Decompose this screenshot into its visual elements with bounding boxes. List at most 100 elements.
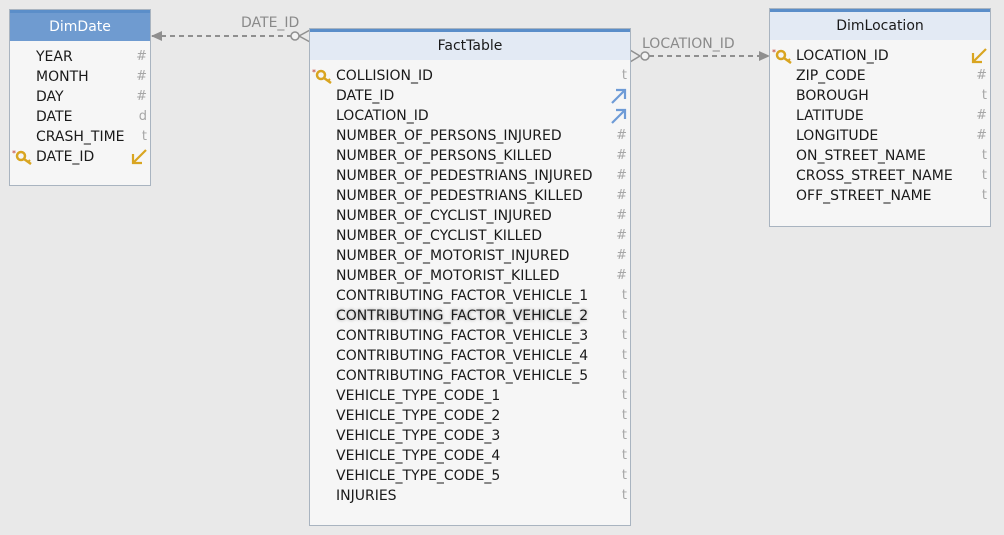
- column-type-glyph: t: [981, 168, 987, 183]
- column-type-glyph: t: [621, 368, 627, 383]
- column-name: VEHICLE_TYPE_CODE_4: [336, 448, 501, 464]
- column-name: CONTRIBUTING_FACTOR_VEHICLE_4: [336, 348, 589, 364]
- column-row-vehicle-type-code-4[interactable]: VEHICLE_TYPE_CODE_4 t: [310, 446, 630, 466]
- column-row-number-of-pedestrians-killed[interactable]: NUMBER_OF_PEDESTRIANS_KILLED #: [310, 186, 630, 206]
- table-dimlocation-columns: * LOCATION_ID ZIP_CODE # BOROUGH t LATITUDE # LO…: [770, 40, 990, 206]
- column-row-collision-id[interactable]: * COLLISION_ID t: [310, 66, 630, 86]
- column-type-glyph: #: [616, 168, 627, 183]
- column-type-glyph: t: [981, 148, 987, 163]
- column-type-glyph: #: [976, 108, 987, 123]
- column-type-glyph: t: [621, 428, 627, 443]
- table-dimlocation-header[interactable]: DimLocation: [770, 9, 990, 40]
- table-facttable[interactable]: FactTable * COLLISION_ID t DATE_ID LOCATION_…: [309, 28, 631, 526]
- column-row-off-street-name[interactable]: OFF_STREET_NAME t: [770, 186, 990, 206]
- column-name: NUMBER_OF_CYCLIST_KILLED: [336, 228, 543, 244]
- pk-ref-arrow-icon: [130, 148, 148, 166]
- column-row-cross-street-name[interactable]: CROSS_STREET_NAME t: [770, 166, 990, 186]
- column-name: VEHICLE_TYPE_CODE_1: [336, 388, 501, 404]
- column-type-glyph: t: [621, 68, 627, 83]
- column-row-day[interactable]: DAY #: [10, 87, 150, 107]
- column-row-date-id[interactable]: * DATE_ID: [10, 147, 150, 167]
- column-name: CROSS_STREET_NAME: [796, 168, 953, 184]
- column-row-crash-time[interactable]: CRASH_TIME t: [10, 127, 150, 147]
- column-row-location-id[interactable]: LOCATION_ID: [310, 106, 630, 126]
- column-row-number-of-persons-killed[interactable]: NUMBER_OF_PERSONS_KILLED #: [310, 146, 630, 166]
- relationship-label-date[interactable]: DATE_ID: [241, 15, 299, 31]
- column-type-glyph: t: [621, 288, 627, 303]
- relationship-label-location[interactable]: LOCATION_ID: [642, 36, 735, 52]
- column-row-zip-code[interactable]: ZIP_CODE #: [770, 66, 990, 86]
- column-type-glyph: #: [136, 49, 147, 64]
- column-type-glyph: t: [621, 408, 627, 423]
- column-type-glyph: #: [976, 68, 987, 83]
- column-type-glyph: t: [621, 328, 627, 343]
- column-name: VEHICLE_TYPE_CODE_5: [336, 468, 501, 484]
- column-name: VEHICLE_TYPE_CODE_2: [336, 408, 501, 424]
- column-row-contributing-factor-vehicle-4[interactable]: CONTRIBUTING_FACTOR_VEHICLE_4 t: [310, 346, 630, 366]
- column-row-date-id[interactable]: DATE_ID: [310, 86, 630, 106]
- column-row-vehicle-type-code-1[interactable]: VEHICLE_TYPE_CODE_1 t: [310, 386, 630, 406]
- fk-arrow-icon: [610, 107, 628, 125]
- column-row-contributing-factor-vehicle-3[interactable]: CONTRIBUTING_FACTOR_VEHICLE_3 t: [310, 326, 630, 346]
- column-row-number-of-cyclist-killed[interactable]: NUMBER_OF_CYCLIST_KILLED #: [310, 226, 630, 246]
- column-type-glyph: t: [981, 188, 987, 203]
- column-row-vehicle-type-code-2[interactable]: VEHICLE_TYPE_CODE_2 t: [310, 406, 630, 426]
- column-name: VEHICLE_TYPE_CODE_3: [336, 428, 501, 444]
- column-name: CONTRIBUTING_FACTOR_VEHICLE_3: [336, 328, 589, 344]
- column-row-number-of-motorist-killed[interactable]: NUMBER_OF_MOTORIST_KILLED #: [310, 266, 630, 286]
- column-type-glyph: #: [616, 188, 627, 203]
- column-type-glyph: #: [616, 208, 627, 223]
- primary-key-icon: *: [312, 68, 334, 85]
- column-row-contributing-factor-vehicle-5[interactable]: CONTRIBUTING_FACTOR_VEHICLE_5 t: [310, 366, 630, 386]
- table-facttable-header[interactable]: FactTable: [310, 29, 630, 60]
- column-name: NUMBER_OF_MOTORIST_KILLED: [336, 268, 560, 284]
- primary-key-icon: *: [12, 149, 34, 166]
- column-row-date[interactable]: DATE d: [10, 107, 150, 127]
- column-name: LONGITUDE: [796, 128, 879, 144]
- column-row-on-street-name[interactable]: ON_STREET_NAME t: [770, 146, 990, 166]
- column-row-number-of-cyclist-injured[interactable]: NUMBER_OF_CYCLIST_INJURED #: [310, 206, 630, 226]
- column-row-number-of-motorist-injured[interactable]: NUMBER_OF_MOTORIST_INJURED #: [310, 246, 630, 266]
- column-name: ZIP_CODE: [796, 68, 866, 84]
- column-name: OFF_STREET_NAME: [796, 188, 932, 204]
- date-link-arrowhead: [151, 31, 162, 41]
- column-name: MONTH: [36, 69, 89, 85]
- column-type-glyph: t: [621, 388, 627, 403]
- column-type-glyph: #: [616, 128, 627, 143]
- column-row-year[interactable]: YEAR #: [10, 47, 150, 67]
- column-name: CONTRIBUTING_FACTOR_VEHICLE_2: [336, 308, 589, 324]
- table-dimdate-columns: YEAR # MONTH # DAY # DATE d CRASH_TIME t * DATE_ID: [10, 41, 150, 167]
- column-type-glyph: #: [136, 69, 147, 84]
- column-row-latitude[interactable]: LATITUDE #: [770, 106, 990, 126]
- column-row-number-of-persons-injured[interactable]: NUMBER_OF_PERSONS_INJURED #: [310, 126, 630, 146]
- column-row-contributing-factor-vehicle-1[interactable]: CONTRIBUTING_FACTOR_VEHICLE_1 t: [310, 286, 630, 306]
- column-name: COLLISION_ID: [336, 68, 433, 84]
- column-type-glyph: t: [621, 468, 627, 483]
- column-row-month[interactable]: MONTH #: [10, 67, 150, 87]
- column-row-number-of-pedestrians-injured[interactable]: NUMBER_OF_PEDESTRIANS_INJURED #: [310, 166, 630, 186]
- column-row-contributing-factor-vehicle-2[interactable]: CONTRIBUTING_FACTOR_VEHICLE_2 t: [310, 306, 630, 326]
- column-row-borough[interactable]: BOROUGH t: [770, 86, 990, 106]
- column-row-vehicle-type-code-5[interactable]: VEHICLE_TYPE_CODE_5 t: [310, 466, 630, 486]
- pk-ref-arrow-icon: [970, 47, 988, 65]
- column-name: NUMBER_OF_MOTORIST_INJURED: [336, 248, 570, 264]
- table-dimlocation[interactable]: DimLocation * LOCATION_ID ZIP_CODE # BOROUGH…: [769, 8, 991, 227]
- column-type-glyph: #: [616, 268, 627, 283]
- column-type-glyph: #: [616, 148, 627, 163]
- column-name: YEAR: [36, 49, 73, 65]
- date-link-optional-marker: [290, 31, 300, 41]
- column-name: ON_STREET_NAME: [796, 148, 926, 164]
- primary-key-icon: *: [772, 48, 794, 65]
- column-row-vehicle-type-code-3[interactable]: VEHICLE_TYPE_CODE_3 t: [310, 426, 630, 446]
- column-row-longitude[interactable]: LONGITUDE #: [770, 126, 990, 146]
- table-dimdate[interactable]: DimDate YEAR # MONTH # DAY # DATE d CRASH_TIME t *…: [9, 9, 151, 186]
- column-name: NUMBER_OF_PERSONS_KILLED: [336, 148, 552, 164]
- column-type-glyph: #: [136, 89, 147, 104]
- column-type-glyph: t: [621, 308, 627, 323]
- column-row-injuries[interactable]: INJURIES t: [310, 486, 630, 506]
- column-row-location-id[interactable]: * LOCATION_ID: [770, 46, 990, 66]
- column-name: CRASH_TIME: [36, 129, 125, 145]
- column-name: NUMBER_OF_PEDESTRIANS_INJURED: [336, 168, 593, 184]
- table-dimdate-header[interactable]: DimDate: [10, 10, 150, 41]
- column-name: BOROUGH: [796, 88, 869, 104]
